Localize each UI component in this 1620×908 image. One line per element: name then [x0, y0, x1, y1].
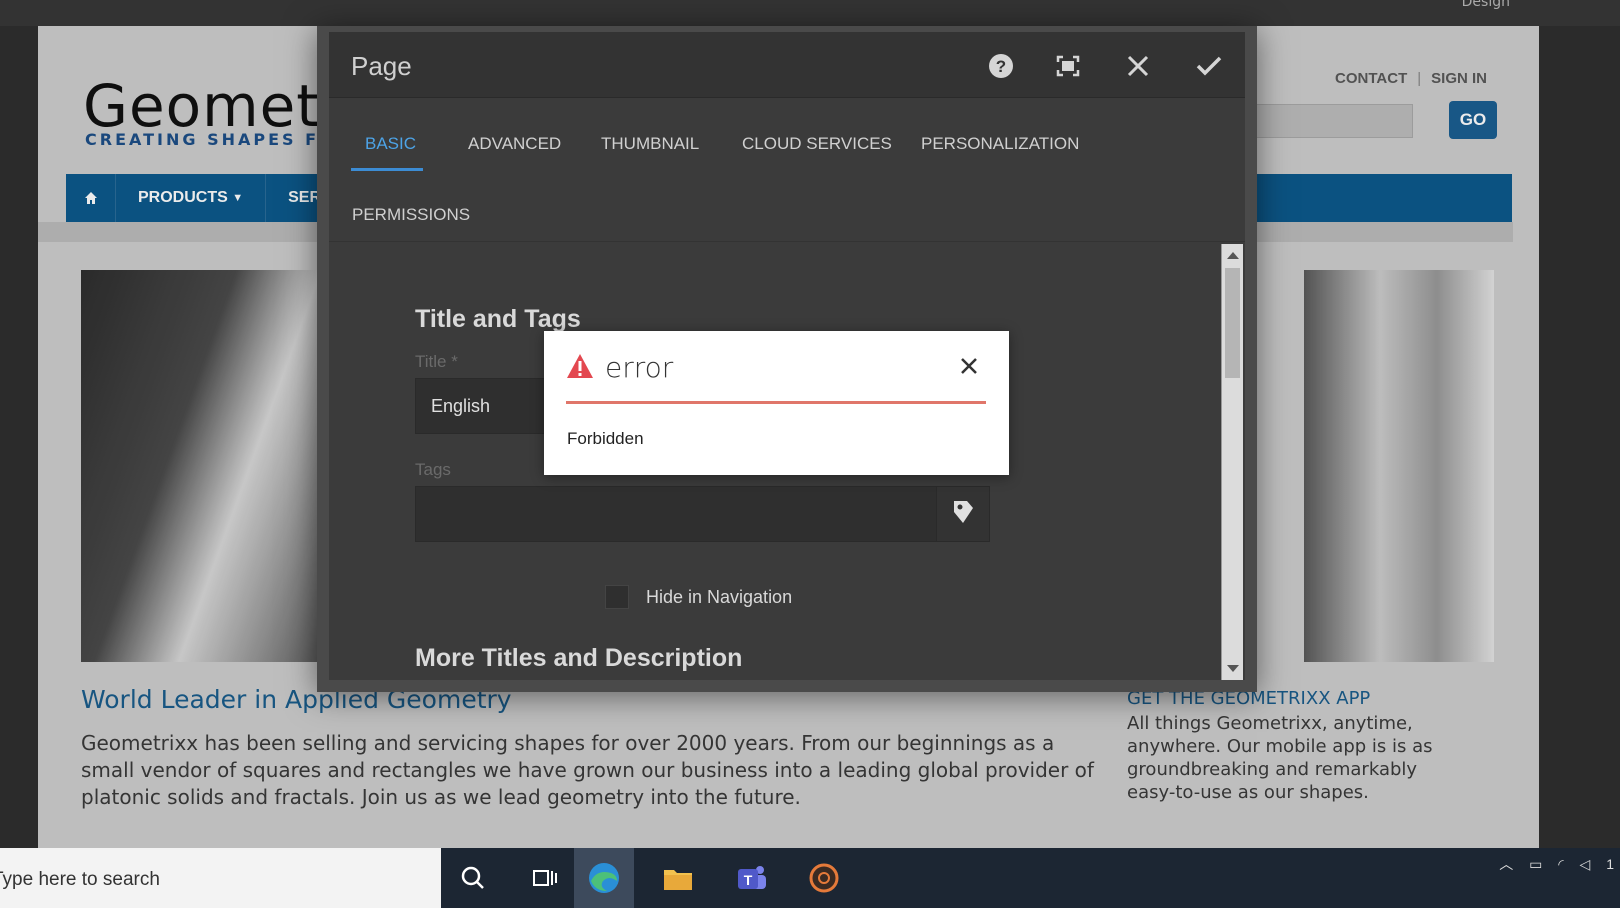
network-icon[interactable]: ▭: [1529, 856, 1542, 872]
app-icon-orange[interactable]: [794, 848, 854, 908]
svg-text:?: ?: [996, 57, 1006, 76]
scroll-down-arrow-icon[interactable]: [1227, 665, 1239, 672]
error-popover: error Forbidden: [544, 331, 1009, 475]
help-icon[interactable]: ?: [981, 46, 1021, 86]
tray-chevron-icon[interactable]: ︿: [1499, 856, 1513, 872]
dialog-tabs: BASIC ADVANCED THUMBNAIL CLOUD SERVICES …: [329, 98, 1245, 242]
error-message: Forbidden: [567, 429, 644, 448]
browser-top-bar: Design: [0, 0, 1620, 26]
task-view-icon[interactable]: [515, 848, 575, 908]
alert-icon: [566, 353, 594, 384]
tab-permissions[interactable]: PERMISSIONS: [352, 205, 470, 225]
hide-in-navigation-checkbox[interactable]: [605, 585, 629, 609]
tab-personalization[interactable]: PERSONALIZATION: [921, 134, 1079, 154]
taskbar-search-placeholder: Type here to search: [0, 869, 160, 890]
clock-fragment[interactable]: 1: [1606, 856, 1614, 872]
tag-picker-button[interactable]: [936, 486, 990, 542]
top-bar-text: Design: [1461, 0, 1510, 10]
tab-thumbnail[interactable]: THUMBNAIL: [601, 134, 699, 154]
tags-field-label: Tags: [415, 460, 451, 479]
tab-advanced[interactable]: ADVANCED: [468, 134, 561, 154]
file-explorer-icon[interactable]: [648, 848, 708, 908]
section-more-titles: More Titles and Description: [415, 644, 743, 672]
error-close-icon[interactable]: [960, 357, 982, 379]
section-title-and-tags: Title and Tags: [415, 305, 581, 333]
scroll-up-arrow-icon[interactable]: [1227, 252, 1239, 259]
error-title: error: [605, 351, 674, 384]
tab-cloud-services[interactable]: CLOUD SERVICES: [742, 134, 892, 154]
taskbar-search-box[interactable]: Type here to search: [0, 848, 441, 908]
volume-icon[interactable]: ◁: [1580, 856, 1591, 872]
tags-input[interactable]: [415, 486, 937, 542]
svg-text:T: T: [744, 872, 753, 888]
windows-taskbar: Type here to search T ︿ ▭ ◜ ◁ 1: [0, 848, 1620, 908]
tag-icon: [951, 498, 975, 531]
dialog-scrollbar[interactable]: [1221, 244, 1243, 680]
error-divider: [566, 401, 986, 404]
tab-basic[interactable]: BASIC: [365, 134, 416, 154]
search-icon[interactable]: [443, 848, 503, 908]
wifi-icon[interactable]: ◜: [1558, 856, 1563, 872]
fullscreen-icon[interactable]: [1048, 46, 1088, 86]
active-tab-indicator: [351, 168, 423, 171]
edge-browser-icon[interactable]: [574, 848, 634, 908]
done-check-icon[interactable]: [1189, 46, 1229, 86]
title-field-label: Title *: [415, 352, 458, 371]
dialog-title: Page: [351, 51, 412, 81]
scroll-thumb[interactable]: [1225, 268, 1240, 378]
teams-icon[interactable]: T: [721, 848, 781, 908]
dialog-header: Page ?: [329, 32, 1245, 98]
close-icon[interactable]: [1118, 46, 1158, 86]
hide-in-navigation-label: Hide in Navigation: [646, 587, 793, 607]
system-tray: ︿ ▭ ◜ ◁ 1: [1499, 854, 1614, 874]
